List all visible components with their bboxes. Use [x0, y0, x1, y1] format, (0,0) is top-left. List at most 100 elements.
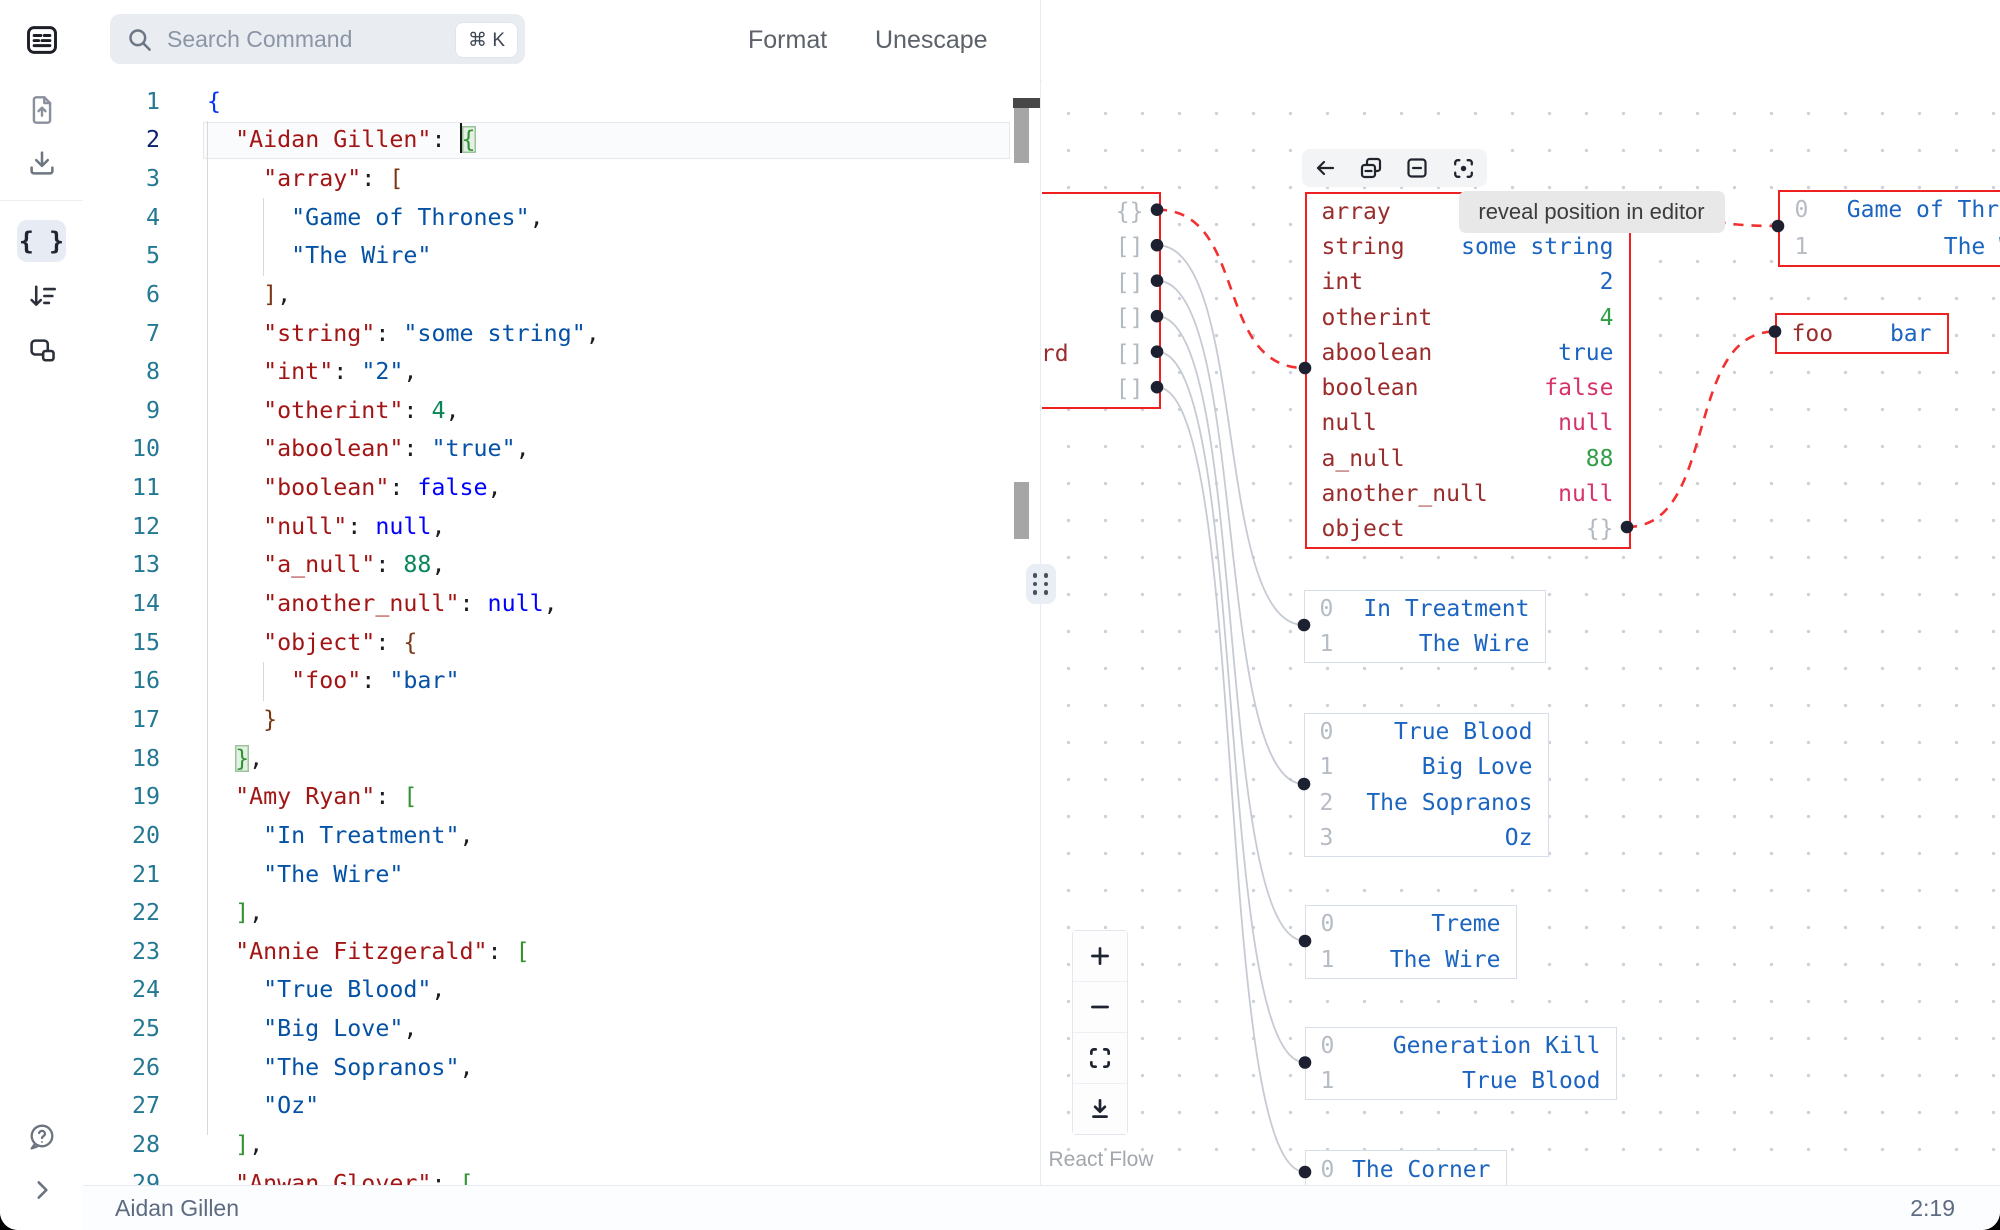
node-row: 1The Wire [1794, 233, 2000, 260]
graph-node-amy-ryan[interactable]: 0 In Treatment 1 The Wire [1303, 590, 1546, 663]
line-number: 26 [131, 1053, 160, 1081]
code-line[interactable]: "True Blood", [207, 971, 445, 1010]
code-line[interactable]: "In Treatment", [207, 817, 473, 856]
graph-node-alexander-skarsgard[interactable]: 0 Generation Kill 1 True Blood [1304, 1027, 1617, 1100]
node-row: a_null 88 [1321, 445, 1614, 472]
node-row: 1The Wire [1320, 947, 1501, 973]
search-placeholder: Search Command [167, 25, 353, 52]
graph-node-alice-farmer[interactable]: 0 The Corner [1304, 1150, 1507, 1185]
line-number: 18 [131, 744, 160, 772]
node-row: 0 In Treatment [1319, 595, 1530, 622]
graph-node-aidan-gillen[interactable]: array[]stringsome stringint2otherint4abo… [1304, 192, 1631, 549]
code-line[interactable]: "boolean": false, [207, 469, 501, 508]
code-line[interactable]: "array": [ [207, 160, 403, 199]
indent-guide [207, 121, 208, 1135]
node-row: 0 Generation Kill [1320, 1032, 1601, 1059]
selected-path-label: Aidan Gillen [115, 1195, 240, 1221]
code-line[interactable]: "null": null, [207, 508, 445, 547]
code-line[interactable]: "object": { [207, 624, 417, 663]
line-number: 24 [131, 976, 160, 1004]
indent-guide [263, 198, 264, 276]
format-button[interactable]: Format [748, 0, 827, 80]
line-number: 21 [131, 860, 160, 888]
line-number: 23 [131, 937, 160, 965]
json-braces-icon[interactable]: { } [19, 227, 64, 256]
graph-node-annie-fitzgerald[interactable]: 0 True Blood 1 Big Love 2 The Sopranos 3 Oz [1303, 713, 1549, 857]
code-line[interactable]: "Oz" [207, 1087, 319, 1126]
code-line[interactable]: "Annie Fitzgerald": [ [207, 933, 530, 972]
editor-scrollbar-mark[interactable] [1014, 482, 1029, 539]
node-toolbar [1301, 149, 1487, 187]
unescape-button[interactable]: Unescape [875, 0, 988, 80]
node-row: string some string [1321, 233, 1614, 260]
node-row: 0 True Blood [1319, 718, 1533, 745]
line-number: 19 [131, 783, 160, 811]
node-row: Aidan Gillen{} [1115, 198, 1144, 225]
search-shortcut-badge: ⌘ K [455, 22, 518, 58]
code-line[interactable]: } [207, 701, 277, 740]
fit-view-button[interactable] [1072, 1033, 1127, 1084]
code-line[interactable]: "foo": "bar" [207, 662, 459, 701]
code-line[interactable]: ], [207, 894, 263, 933]
line-number: 4 [145, 203, 160, 231]
upload-file-icon[interactable] [27, 95, 57, 125]
code-line[interactable]: "Game of Thrones", [207, 199, 543, 238]
react-flow-attribution: React Flow [1048, 1148, 1154, 1171]
search-input[interactable]: Search Command ⌘ K [110, 14, 525, 64]
zoom-out-button[interactable] [1072, 982, 1127, 1033]
transform-nodes-icon[interactable] [27, 336, 57, 366]
code-line[interactable]: "The Wire" [207, 237, 431, 276]
back-icon[interactable] [1312, 155, 1338, 181]
download-icon[interactable] [27, 148, 57, 178]
code-line[interactable]: ], [207, 1126, 263, 1165]
app-logo-icon[interactable] [24, 22, 60, 58]
node-row: null null [1321, 410, 1614, 437]
expand-sidebar-chevron-icon[interactable] [29, 1177, 55, 1203]
node-row: Alexander Skarsgård[] [1041, 340, 1144, 367]
line-number: 16 [131, 667, 160, 695]
line-number: 12 [131, 512, 160, 540]
code-line[interactable]: "Anwan Glover": [ [207, 1165, 473, 1185]
json-code-editor[interactable]: 1 2 3 4 5 6 7 8 9 10 11 12 13 14 15 16 17 18 19 20 21 22 23 24 2… [83, 80, 1040, 1185]
help-icon[interactable] [26, 1121, 58, 1153]
node-row: 0Game of Thrones [1794, 197, 2000, 224]
status-bar: Aidan Gillen 2:19 [83, 1185, 2000, 1230]
graph-node-root-object[interactable]: Aidan Gillen{} Amy Ryan[] Annie Fitzgerald… [1041, 192, 1161, 409]
download-image-button[interactable] [1072, 1084, 1127, 1134]
panel-resize-handle[interactable] [1026, 564, 1056, 604]
app-window: { } Search Command ⌘ K Format Unescape 1… [0, 0, 2000, 1230]
line-number: 22 [131, 899, 160, 927]
code-line[interactable]: ], [207, 276, 291, 315]
code-line[interactable]: }, [207, 740, 263, 779]
graph-node-anwan-glover[interactable]: 0 Treme 1 The Wire [1304, 905, 1517, 979]
code-line[interactable]: "string": "some string", [207, 315, 600, 354]
code-line[interactable]: "The Sopranos", [207, 1049, 473, 1088]
code-line[interactable]: "Big Love", [207, 1010, 417, 1049]
code-line[interactable]: "Amy Ryan": [ [207, 778, 417, 817]
editor-scrollbar-thumb[interactable] [1014, 108, 1029, 163]
line-number: 17 [131, 705, 160, 733]
code-line[interactable]: "otherint": 4, [207, 392, 459, 431]
duplicate-icon[interactable] [1358, 155, 1384, 181]
sort-icon[interactable] [27, 281, 57, 311]
download-image-icon [1091, 1098, 1108, 1118]
node-row: 3 Oz [1319, 825, 1533, 852]
code-line[interactable]: "int": "2", [207, 353, 417, 392]
graph-node-aidan-array[interactable]: 0Game of Thrones 1The Wire [1777, 190, 2000, 267]
graph-panel[interactable]: Aidan Gillen{} Amy Ryan[] Annie Fitzgerald… [1041, 0, 2000, 1185]
reveal-position-icon[interactable] [1450, 155, 1477, 182]
line-number: 20 [131, 821, 160, 849]
collapse-node-icon[interactable] [1404, 155, 1430, 181]
code-line[interactable]: "a_null": 88, [207, 546, 445, 585]
code-line[interactable]: "Aidan Gillen": { [207, 121, 476, 160]
code-line[interactable]: "another_null": null, [207, 585, 558, 624]
code-line[interactable]: "The Wire" [207, 856, 403, 895]
node-row: Amy Ryan[] [1115, 234, 1144, 261]
indent-guide [263, 662, 264, 701]
zoom-in-button[interactable] [1072, 931, 1127, 982]
code-line[interactable]: { [207, 83, 221, 122]
line-number: 7 [145, 319, 160, 347]
node-row: object{} [1321, 516, 1614, 543]
graph-node-foo-object[interactable]: foo bar [1774, 313, 1949, 354]
code-line[interactable]: "aboolean": "true", [207, 430, 530, 469]
